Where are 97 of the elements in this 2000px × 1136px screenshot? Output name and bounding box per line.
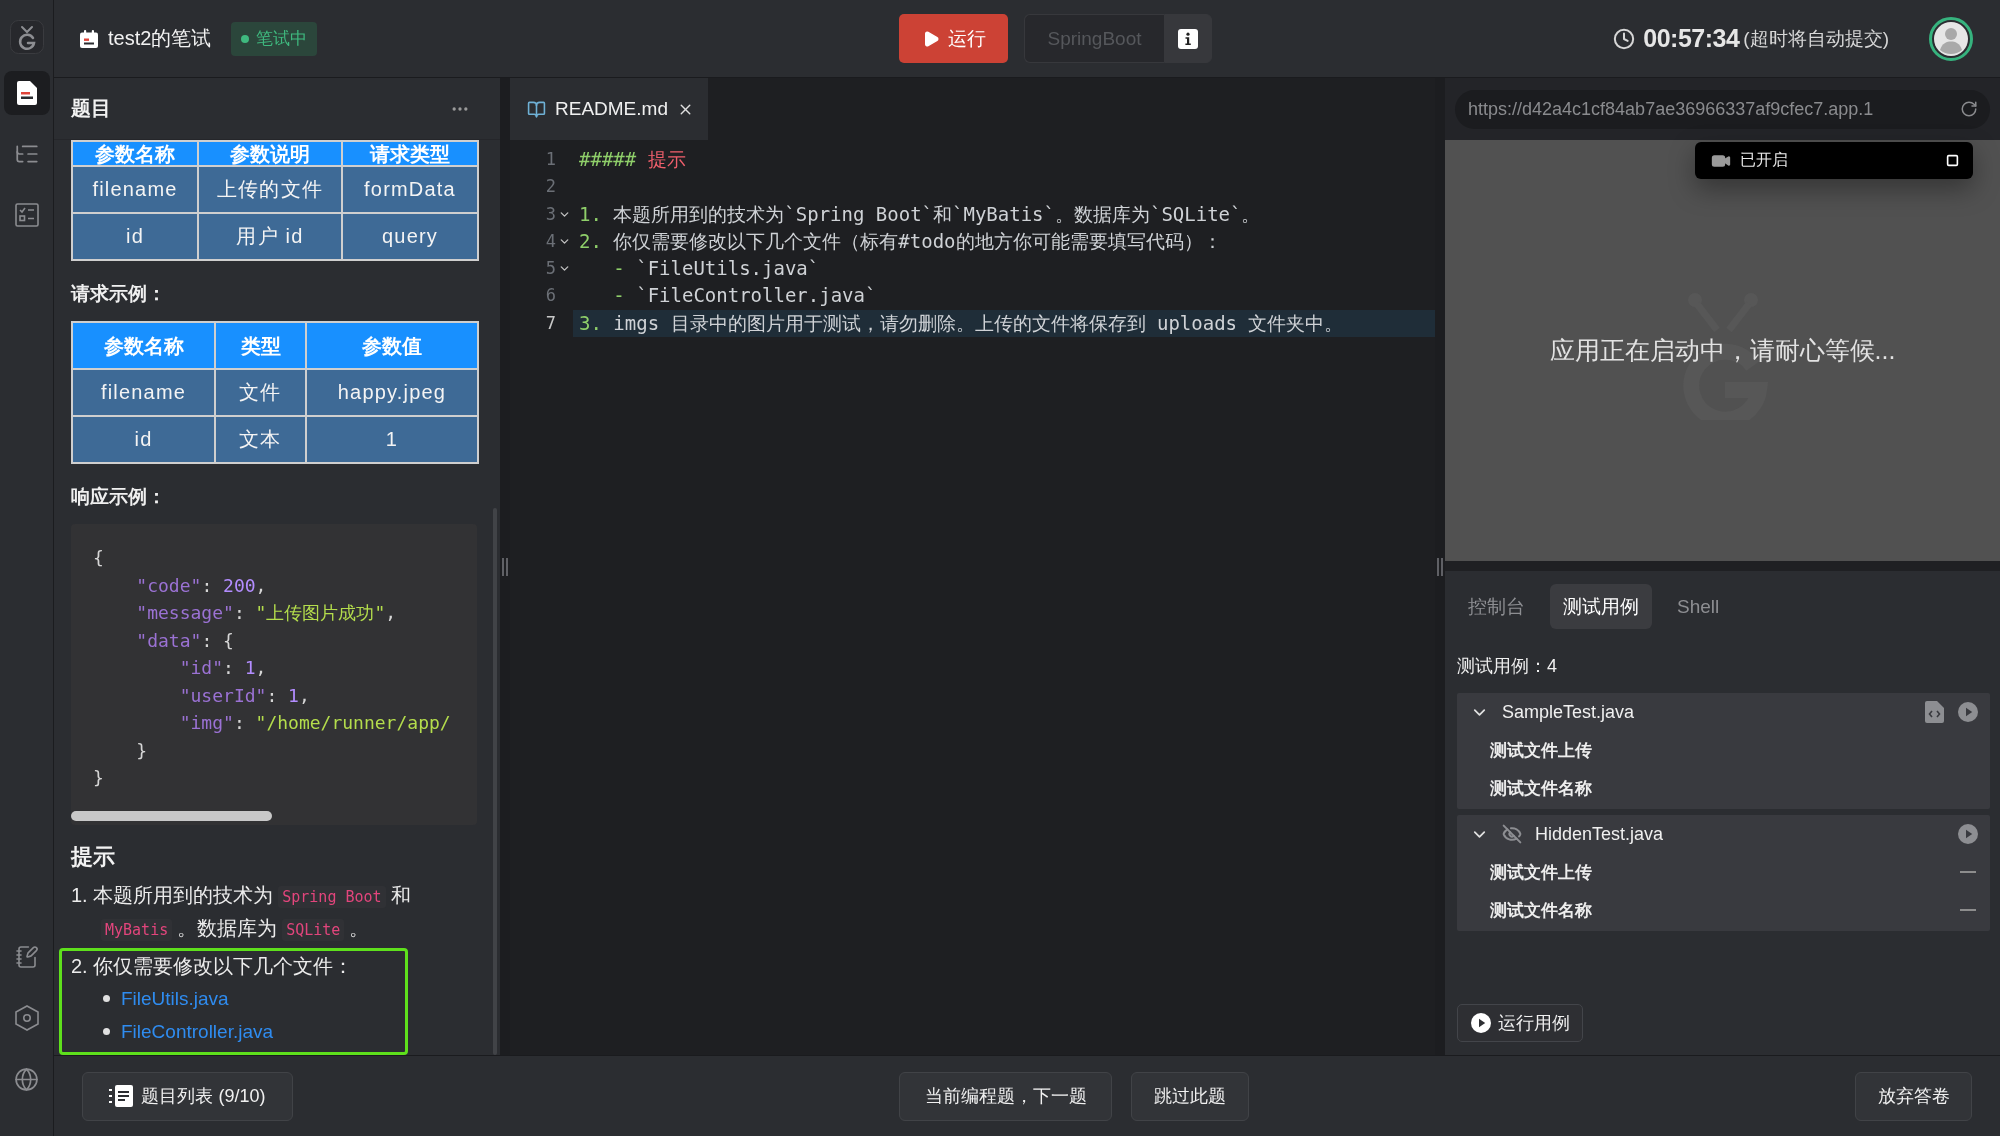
code-line: "img": "/home/runner/app/ (178, 711, 452, 735)
run-button[interactable]: 运行 (899, 14, 1008, 63)
test-case-name: 测试文件名称 (1490, 899, 1592, 922)
test-case-name: 测试文件上传 (1490, 861, 1592, 884)
code-line: { (93, 546, 105, 570)
clock-icon (1613, 27, 1636, 50)
resize-handle-icon[interactable] (502, 557, 508, 576)
code-file-icon[interactable] (1925, 701, 1944, 723)
table-cell: filename (72, 369, 215, 416)
line-number: 2 (544, 175, 556, 199)
code-line: "id": 1, (178, 656, 268, 680)
bullet-icon (103, 995, 110, 1002)
exam-title: test2的笔试 (108, 26, 212, 51)
book-icon (527, 99, 546, 119)
console-tab[interactable]: 控制台 (1455, 584, 1538, 629)
code-line: 1. 本题所用到的技术为`Spring Boot`和`MyBatis`。数据库为`SQLite`。 (578, 201, 1262, 227)
refresh-icon[interactable] (1960, 100, 1978, 118)
test-file-name: SampleTest.java (1502, 701, 1636, 723)
table-header-cell: 参数值 (306, 322, 478, 369)
notebook-icon (80, 29, 98, 48)
problem-list-button[interactable]: 题目列表 (9/10) (82, 1071, 293, 1121)
table-header-cell: 参数名称 (72, 141, 198, 166)
hexagon-icon[interactable] (14, 1005, 39, 1031)
code-line: ##### 提示 (578, 147, 687, 172)
code-line: "code": 200, (135, 573, 268, 598)
loading-message: 应用正在启动中，请耐心等候... (1549, 335, 1896, 366)
section-heading: 响应示例： (71, 485, 167, 509)
next-problem-button[interactable]: 当前编程题，下一题 (899, 1071, 1112, 1121)
scrollbar-thumb[interactable] (71, 811, 272, 821)
code-line: "data": { (135, 628, 235, 653)
recording-status: 已开启 (1740, 150, 1789, 170)
line-number: 7 (544, 311, 556, 335)
url-field[interactable]: https://d42a4c1cf84ab7ae36966337af9cfec7.app.1 (1455, 89, 1990, 129)
list-icon (109, 1085, 134, 1107)
line-number: 6 (544, 284, 556, 308)
code-line: - `FileController.java` (612, 283, 878, 309)
avatar-icon[interactable] (1929, 16, 1973, 61)
run-tests-button[interactable]: 运行用例 (1457, 1004, 1583, 1042)
bullet-icon (103, 1028, 110, 1035)
globe-icon[interactable] (14, 1066, 39, 1092)
play-circle-icon (1470, 1013, 1491, 1033)
line-number: 4 (544, 229, 556, 253)
table-cell: 文件 (215, 369, 306, 416)
nav-button[interactable] (3, 71, 50, 115)
play-circle-icon[interactable] (1958, 702, 1978, 722)
file-tab[interactable]: README.md (510, 78, 708, 140)
code-line: "message": "上传图片成功", (135, 601, 398, 625)
table-cell: 1 (306, 416, 478, 463)
code-line: - `FileUtils.java` (612, 256, 821, 282)
table-cell: 用户 id (198, 213, 342, 260)
table-header-cell: 类型 (215, 322, 306, 369)
play-circle-icon[interactable] (1958, 824, 1978, 844)
hint-item: 2. 你仅需要修改以下几个文件： (71, 954, 355, 979)
square-outline-icon[interactable] (1946, 154, 1959, 167)
test-case-name: 测试文件上传 (1490, 739, 1592, 762)
table-cell: happy.jpeg (306, 369, 478, 416)
line-number: 3 (544, 202, 556, 226)
table-cell: filename (72, 166, 198, 213)
file-link[interactable]: FileUtils.java (121, 987, 229, 1010)
console-tab[interactable]: Shell (1664, 584, 1733, 629)
status-dot-icon (241, 34, 250, 43)
checklist-icon (14, 203, 39, 227)
section-heading: 请求示例： (71, 282, 167, 306)
panel-title: 题目 (71, 96, 111, 121)
status-label: 笔试中 (256, 28, 308, 50)
timer-note: (超时将自动提交) (1743, 26, 1889, 51)
table-cell: 文本 (215, 416, 306, 463)
skip-button[interactable]: 跳过此题 (1131, 1071, 1249, 1121)
section-heading: 提示 (71, 843, 116, 871)
table-cell: query (342, 213, 478, 260)
line-number: 5 (544, 257, 556, 281)
countdown-timer: 00:57:34 (1643, 24, 1740, 53)
table-header-cell: 参数说明 (198, 141, 342, 166)
code-line: } (135, 738, 149, 763)
code-line: "userId": 1, (178, 683, 311, 708)
code-line: 2. 你仅需要修改以下几个文件（标有#todo的地方你可能需要填写代码）： (578, 228, 1223, 254)
table-header-cell: 参数名称 (72, 322, 215, 369)
info-icon (1178, 28, 1198, 49)
abandon-button[interactable]: 放弃答卷 (1855, 1071, 1972, 1121)
edit-note-icon[interactable] (14, 945, 39, 969)
table-header-cell: 请求类型 (342, 141, 478, 166)
line-number: 1 (544, 148, 556, 171)
info-button[interactable] (1164, 14, 1212, 63)
logo-icon (9, 20, 44, 54)
console-tab[interactable]: 测试用例 (1550, 584, 1652, 629)
resize-handle-icon[interactable] (1437, 557, 1443, 576)
table-cell: id (72, 213, 198, 260)
document-icon (16, 81, 37, 105)
table-cell: 上传的文件 (198, 166, 342, 213)
test-file-name: HiddenTest.java (1535, 823, 1665, 845)
code-line: } (93, 766, 105, 790)
test-case-name: 测试文件名称 (1490, 777, 1592, 800)
table-cell: formData (342, 166, 478, 213)
hint-item: 1. 本题所用到的技术为 Spring Boot 和 MyBatis 。数据库为 SQLite 。 (71, 883, 412, 943)
file-link[interactable]: FileController.java (121, 1020, 274, 1043)
table-cell: id (72, 416, 215, 463)
test-count: 测试用例：4 (1457, 655, 1558, 677)
